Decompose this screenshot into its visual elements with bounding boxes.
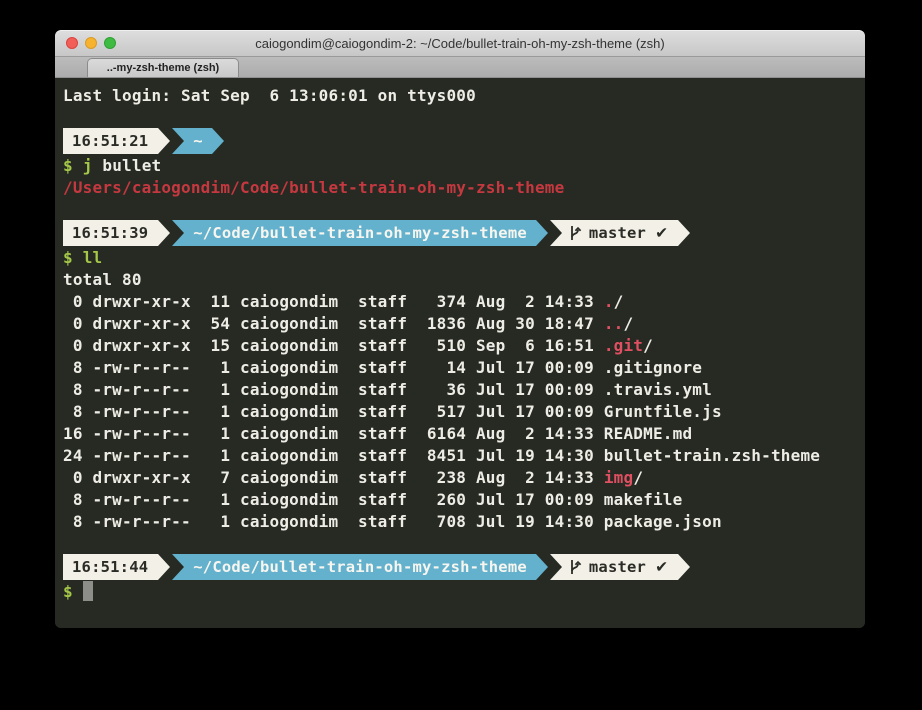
terminal-text: Last login: Sat Sep 6 13:06:01 on ttys00… [63,86,476,105]
git-clean-check-icon: ✔ [655,558,668,576]
terminal-text: .. [604,314,624,333]
terminal-text [73,156,83,175]
terminal-text: .git [604,336,643,355]
traffic-lights [66,30,116,56]
terminal-text: / [643,336,653,355]
terminal-line: 16 -rw-r--r-- 1 caiogondim staff 6164 Au… [63,422,865,444]
terminal-text: 8 -rw-r--r-- 1 caiogondim staff 260 Jul … [63,490,682,509]
terminal-text: 16 -rw-r--r-- 1 caiogondim staff 6164 Au… [63,424,692,443]
terminal-line: Last login: Sat Sep 6 13:06:01 on ttys00… [63,84,865,106]
tab-label: ..-my-zsh-theme (zsh) [107,62,219,74]
terminal-text [73,582,83,601]
terminal-text: 0 drwxr-xr-x 54 caiogondim staff 1836 Au… [63,314,604,333]
terminal-line: 0 drwxr-xr-x 15 caiogondim staff 510 Sep… [63,334,865,356]
terminal-text: 0 drwxr-xr-x 11 caiogondim staff 374 Aug… [63,292,604,311]
powerline-arrow-icon [536,220,548,246]
powerline-arrow-icon [678,220,690,246]
terminal-window: caiogondim@caiogondim-2: ~/Code/bullet-t… [55,30,865,628]
terminal-line: total 80 [63,268,865,290]
prompt-line: 16:51:21 ~ [63,128,865,154]
minimize-button[interactable] [85,37,97,49]
terminal-text: 8 -rw-r--r-- 1 caiogondim staff 36 Jul 1… [63,380,712,399]
git-clean-check-icon: ✔ [655,224,668,242]
terminal-text: / [614,292,624,311]
prompt-directory-segment: ~/Code/bullet-train-oh-my-zsh-theme [172,554,536,580]
terminal-text: img [604,468,634,487]
terminal-text: /Users/caiogondim/Code/bullet-train-oh-m… [63,178,564,197]
terminal-text: 8 -rw-r--r-- 1 caiogondim staff 708 Jul … [63,512,722,531]
terminal-text: $ [63,156,73,175]
terminal-line: 8 -rw-r--r-- 1 caiogondim staff 14 Jul 1… [63,356,865,378]
terminal-line: 0 drwxr-xr-x 7 caiogondim staff 238 Aug … [63,466,865,488]
powerline-arrow-icon [158,220,170,246]
powerline-arrow-icon [212,128,224,154]
terminal-text: 24 -rw-r--r-- 1 caiogondim staff 8451 Ju… [63,446,820,465]
powerline-arrow-icon [158,554,170,580]
git-branch-icon [569,224,582,242]
terminal-line: 0 drwxr-xr-x 11 caiogondim staff 374 Aug… [63,290,865,312]
prompt-git-segment: master ✔ [550,554,678,580]
terminal-blank-line [63,532,865,554]
terminal-text: ll [83,248,103,267]
terminal-text: bullet [93,156,162,175]
terminal-line: 8 -rw-r--r-- 1 caiogondim staff 36 Jul 1… [63,378,865,400]
terminal-blank-line [63,198,865,220]
terminal-content[interactable]: Last login: Sat Sep 6 13:06:01 on ttys00… [55,78,865,628]
terminal-text: $ [63,582,73,601]
prompt-directory-segment: ~/Code/bullet-train-oh-my-zsh-theme [172,220,536,246]
tab-bar: ..-my-zsh-theme (zsh) [55,57,865,78]
terminal-line: $ [63,580,865,602]
terminal-cursor [83,581,93,601]
prompt-git-segment: master ✔ [550,220,678,246]
window-titlebar[interactable]: caiogondim@caiogondim-2: ~/Code/bullet-t… [55,30,865,57]
close-button[interactable] [66,37,78,49]
terminal-text: j [83,156,93,175]
terminal-text: . [604,292,614,311]
git-branch-name: master [589,224,646,242]
terminal-text: / [633,468,643,487]
prompt-time-segment: 16:51:44 [63,554,158,580]
terminal-line: 8 -rw-r--r-- 1 caiogondim staff 708 Jul … [63,510,865,532]
git-branch-icon [569,558,582,576]
terminal-text: 8 -rw-r--r-- 1 caiogondim staff 517 Jul … [63,402,722,421]
prompt-time-segment: 16:51:39 [63,220,158,246]
powerline-arrow-icon [678,554,690,580]
terminal-line: $ ll [63,246,865,268]
terminal-line: 24 -rw-r--r-- 1 caiogondim staff 8451 Ju… [63,444,865,466]
terminal-line: 0 drwxr-xr-x 54 caiogondim staff 1836 Au… [63,312,865,334]
terminal-line: $ j bullet [63,154,865,176]
prompt-line: 16:51:44 ~/Code/bullet-train-oh-my-zsh-th… [63,554,865,580]
terminal-text: / [623,314,633,333]
window-title: caiogondim@caiogondim-2: ~/Code/bullet-t… [255,36,665,51]
terminal-text: 0 drwxr-xr-x 7 caiogondim staff 238 Aug … [63,468,604,487]
terminal-blank-line [63,106,865,128]
powerline-arrow-icon [158,128,170,154]
tab-zsh[interactable]: ..-my-zsh-theme (zsh) [87,58,239,77]
terminal-text: 8 -rw-r--r-- 1 caiogondim staff 14 Jul 1… [63,358,702,377]
terminal-line: 8 -rw-r--r-- 1 caiogondim staff 517 Jul … [63,400,865,422]
prompt-time-segment: 16:51:21 [63,128,158,154]
prompt-directory-segment: ~ [172,128,212,154]
terminal-text: 0 drwxr-xr-x 15 caiogondim staff 510 Sep… [63,336,604,355]
terminal-text: total 80 [63,270,142,289]
zoom-button[interactable] [104,37,116,49]
powerline-arrow-icon [536,554,548,580]
prompt-line: 16:51:39 ~/Code/bullet-train-oh-my-zsh-th… [63,220,865,246]
terminal-line: 8 -rw-r--r-- 1 caiogondim staff 260 Jul … [63,488,865,510]
git-branch-name: master [589,558,646,576]
terminal-line: /Users/caiogondim/Code/bullet-train-oh-m… [63,176,865,198]
terminal-text [73,248,83,267]
terminal-text: $ [63,248,73,267]
